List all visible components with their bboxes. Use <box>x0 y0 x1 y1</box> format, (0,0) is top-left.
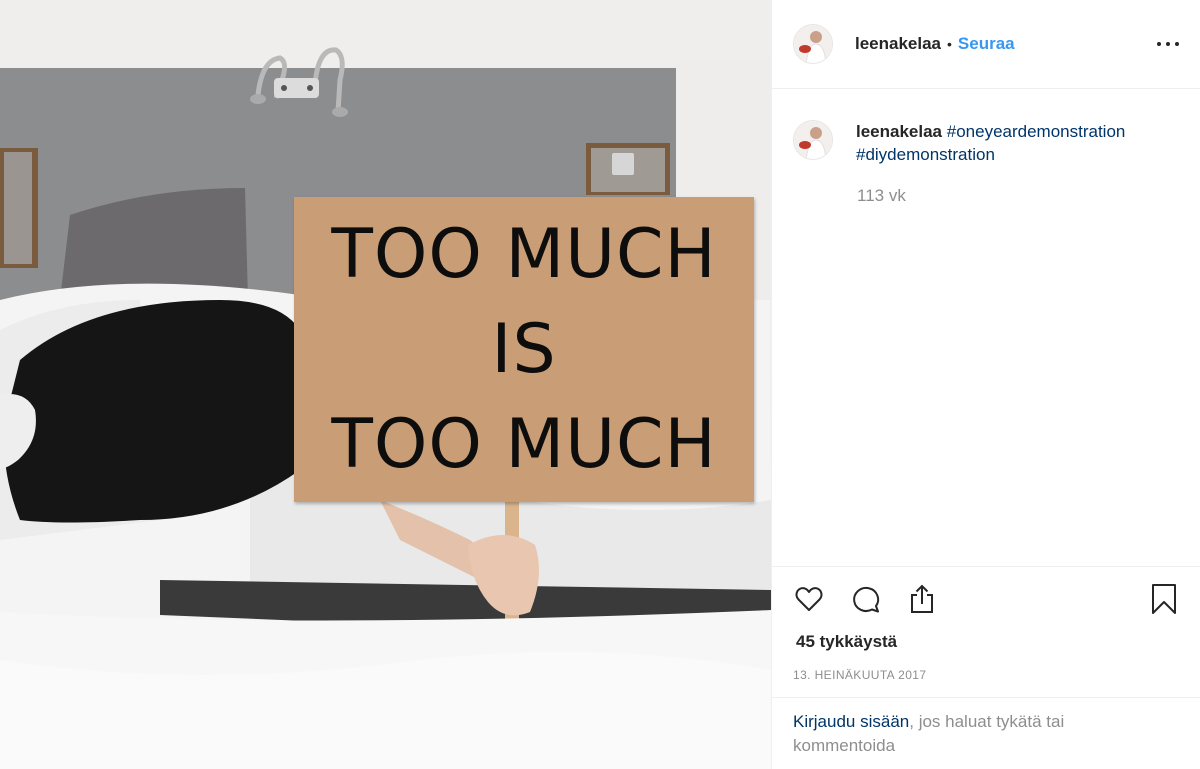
hashtag-link[interactable]: #diydemonstration <box>856 145 995 164</box>
caption-username[interactable]: leenakelaa <box>856 122 942 141</box>
protest-sign: TOO MUCH IS TOO MUCH <box>294 197 754 502</box>
more-dot <box>1175 42 1179 46</box>
post-date: 13. HEINÄKUUTA 2017 <box>793 668 927 682</box>
header-username[interactable]: leenakelaa <box>855 34 941 54</box>
more-options-icon[interactable] <box>1157 33 1179 55</box>
actions-divider <box>772 566 1200 567</box>
login-link[interactable]: Kirjaudu sisään <box>793 712 909 731</box>
avatar[interactable] <box>793 24 833 64</box>
more-dot <box>1157 42 1161 46</box>
caption-text: leenakelaa #oneyeardemonstration #diydem… <box>856 120 1176 166</box>
sign-line-2: IS <box>491 310 557 389</box>
more-dot <box>1166 42 1170 46</box>
post-image[interactable]: TOO MUCH IS TOO MUCH <box>0 0 771 769</box>
login-prompt: Kirjaudu sisään, jos haluat tykätä tai k… <box>793 710 1133 758</box>
hashtag-link[interactable]: #oneyeardemonstration <box>947 122 1126 141</box>
comment-bubble-icon[interactable] <box>850 583 882 615</box>
avatar-image <box>794 25 832 63</box>
caption-timestamp[interactable]: 113 vk <box>857 186 906 206</box>
avatar-image <box>794 121 832 159</box>
header-separator: • <box>947 36 952 52</box>
caption-avatar[interactable] <box>793 120 833 160</box>
follow-button[interactable]: Seuraa <box>958 34 1015 54</box>
post-header: leenakelaa • Seuraa <box>772 0 1200 89</box>
post-side-panel: leenakelaa • Seuraa leenakelaa #oneyeard… <box>771 0 1200 769</box>
sign-line-3: TOO MUCH <box>331 405 717 484</box>
caption-comment: leenakelaa #oneyeardemonstration #diydem… <box>793 120 1183 166</box>
login-divider <box>772 697 1200 698</box>
likes-count[interactable]: 45 tykkäystä <box>796 632 897 652</box>
bookmark-icon[interactable] <box>1148 583 1180 615</box>
heart-icon[interactable] <box>793 583 825 615</box>
share-icon[interactable] <box>906 583 938 615</box>
sign-line-1: TOO MUCH <box>331 215 717 294</box>
